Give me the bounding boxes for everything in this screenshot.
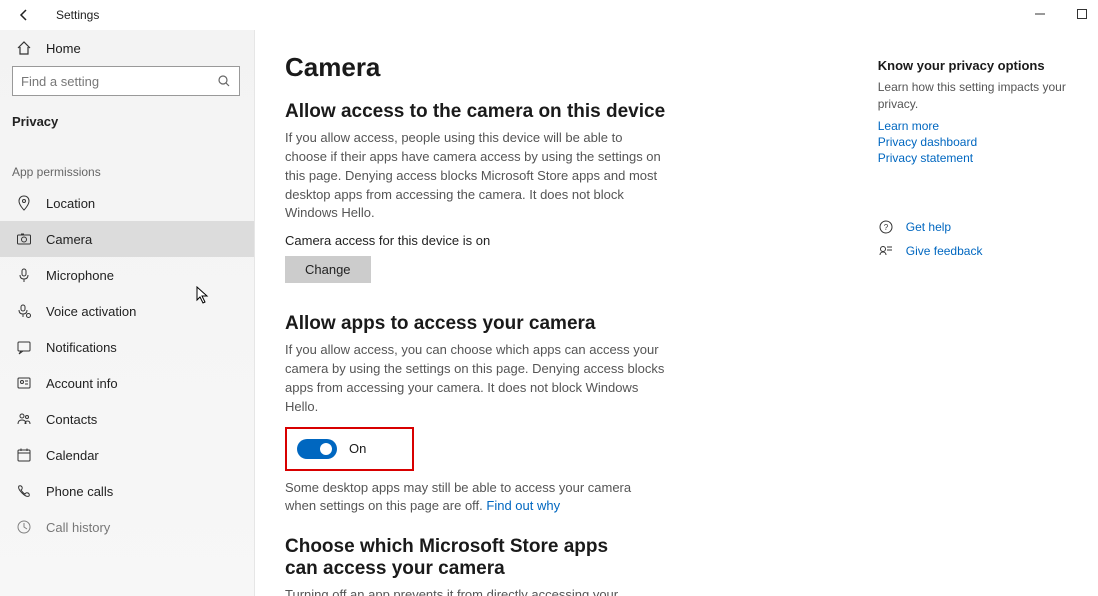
help-icon: ? (878, 219, 894, 235)
voice-activation-icon (16, 303, 32, 319)
sidebar: Home Privacy App permissions Location Ca… (0, 30, 255, 596)
sidebar-item-microphone[interactable]: Microphone (0, 257, 254, 293)
find-out-why-link[interactable]: Find out why (486, 498, 560, 513)
camera-icon (16, 231, 32, 247)
sidebar-item-label: Contacts (46, 412, 97, 427)
sidebar-item-contacts[interactable]: Contacts (0, 401, 254, 437)
notifications-icon (16, 339, 32, 355)
sidebar-item-voice-activation[interactable]: Voice activation (0, 293, 254, 329)
sidebar-item-phone-calls[interactable]: Phone calls (0, 473, 254, 509)
change-button[interactable]: Change (285, 256, 371, 283)
call-history-icon (16, 519, 32, 535)
sidebar-item-label: Phone calls (46, 484, 113, 499)
svg-text:?: ? (884, 223, 889, 232)
rail-title: Know your privacy options (878, 58, 1068, 73)
apps-access-toggle-label: On (349, 441, 366, 456)
sidebar-item-location[interactable]: Location (0, 185, 254, 221)
rail-blurb: Learn how this setting impacts your priv… (878, 79, 1068, 113)
search-icon (217, 74, 231, 88)
give-feedback-label: Give feedback (906, 244, 983, 258)
section-apps-access-title: Allow apps to access your camera (285, 313, 818, 335)
give-feedback-link[interactable]: Give feedback (878, 243, 1068, 259)
section-apps-access-blurb: If you allow access, you can choose whic… (285, 341, 665, 416)
get-help-link[interactable]: ? Get help (878, 219, 1068, 235)
contacts-icon (16, 411, 32, 427)
minimize-button[interactable] (1030, 4, 1050, 24)
apps-access-note: Some desktop apps may still be able to a… (285, 479, 635, 517)
sidebar-item-label: Location (46, 196, 95, 211)
apps-access-toggle[interactable] (297, 439, 337, 459)
sidebar-item-notifications[interactable]: Notifications (0, 329, 254, 365)
window-title: Settings (56, 8, 99, 22)
phone-calls-icon (16, 483, 32, 499)
sidebar-item-label: Call history (46, 520, 110, 535)
sidebar-item-camera[interactable]: Camera (0, 221, 254, 257)
microphone-icon (16, 267, 32, 283)
rail-link-privacy-dashboard[interactable]: Privacy dashboard (878, 135, 1068, 149)
sidebar-item-label: Calendar (46, 448, 99, 463)
rail-link-privacy-statement[interactable]: Privacy statement (878, 151, 1068, 165)
calendar-icon (16, 447, 32, 463)
sidebar-section-app-permissions: App permissions (0, 135, 254, 185)
section-device-access-blurb: If you allow access, people using this d… (285, 129, 665, 223)
search-input[interactable] (21, 74, 217, 89)
sidebar-home[interactable]: Home (0, 30, 254, 66)
feedback-icon (878, 243, 894, 259)
sidebar-item-calendar[interactable]: Calendar (0, 437, 254, 473)
sidebar-item-call-history[interactable]: Call history (0, 509, 254, 545)
sidebar-item-label: Account info (46, 376, 118, 391)
location-icon (16, 195, 32, 211)
rail-link-learn-more[interactable]: Learn more (878, 119, 1068, 133)
sidebar-item-label: Camera (46, 232, 92, 247)
get-help-label: Get help (906, 220, 951, 234)
apps-access-toggle-highlight: On (285, 427, 414, 471)
account-info-icon (16, 375, 32, 391)
section-choose-apps-title: Choose which Microsoft Store apps can ac… (285, 536, 645, 580)
sidebar-item-label: Microphone (46, 268, 114, 283)
sidebar-home-label: Home (46, 41, 81, 56)
sidebar-section-privacy: Privacy (0, 104, 254, 135)
right-rail: Know your privacy options Learn how this… (878, 52, 1068, 596)
section-choose-apps-blurb: Turning off an app prevents it from dire… (285, 586, 665, 596)
section-device-access-title: Allow access to the camera on this devic… (285, 101, 818, 123)
page-title: Camera (285, 52, 818, 83)
sidebar-item-label: Voice activation (46, 304, 136, 319)
home-icon (16, 40, 32, 56)
sidebar-item-label: Notifications (46, 340, 117, 355)
search-box[interactable] (12, 66, 240, 96)
main-content: Camera Allow access to the camera on thi… (285, 52, 818, 596)
back-button[interactable] (14, 5, 34, 25)
maximize-button[interactable] (1072, 4, 1092, 24)
sidebar-item-account-info[interactable]: Account info (0, 365, 254, 401)
device-access-status: Camera access for this device is on (285, 233, 818, 248)
apps-access-note-text: Some desktop apps may still be able to a… (285, 480, 631, 514)
